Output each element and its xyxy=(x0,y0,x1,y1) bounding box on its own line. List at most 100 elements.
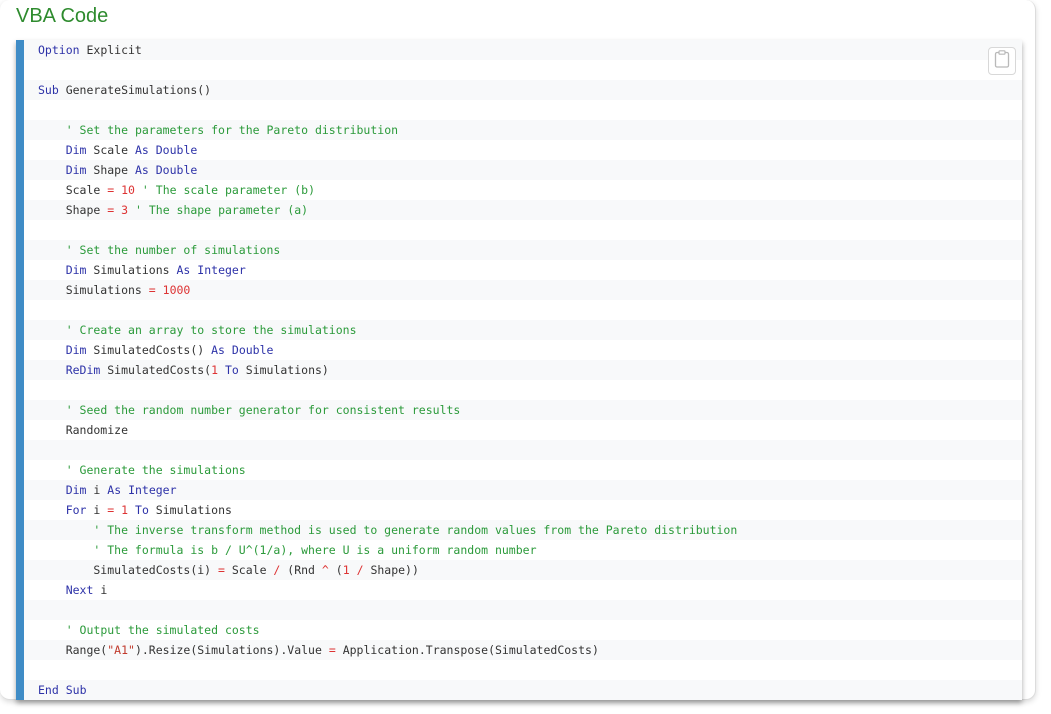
code-lines[interactable]: Option Explicit Sub GenerateSimulations(… xyxy=(24,40,1022,700)
code-token: = xyxy=(148,283,156,297)
code-line xyxy=(24,660,1022,680)
code-token: "A1" xyxy=(107,643,135,657)
code-token: SimulatedCosts(i) xyxy=(38,563,219,577)
code-token: ' The shape parameter (a) xyxy=(135,203,309,217)
code-token: ^ xyxy=(321,563,329,577)
code-token: ' The formula is b / U^(1/a), where U is… xyxy=(93,543,537,557)
code-line: Range("A1").Resize(Simulations).Value = … xyxy=(24,640,1022,660)
copy-button[interactable] xyxy=(988,47,1016,75)
code-token: ' Seed the random number generator for c… xyxy=(65,403,461,417)
code-token: Randomize xyxy=(38,423,129,437)
code-line xyxy=(24,440,1022,460)
code-token: Dim xyxy=(65,343,87,357)
code-token: Double xyxy=(155,163,198,177)
code-token: Integer xyxy=(197,263,246,277)
code-token: SimulatedCosts() xyxy=(86,343,212,357)
code-token: For xyxy=(65,503,87,517)
code-token: ( xyxy=(328,563,343,577)
code-token: Dim xyxy=(65,143,87,157)
code-token: i xyxy=(93,583,108,597)
code-line: ' Generate the simulations xyxy=(24,460,1022,480)
code-line: ' Seed the random number generator for c… xyxy=(24,400,1022,420)
code-token: Simulations xyxy=(148,503,232,517)
code-line: Scale = 10 ' The scale parameter (b) xyxy=(24,180,1022,200)
code-token: Dim xyxy=(65,263,87,277)
code-token: ' Generate the simulations xyxy=(65,463,246,477)
code-line: ' Create an array to store the simulatio… xyxy=(24,320,1022,340)
code-token: ' Set the number of simulations xyxy=(65,243,281,257)
code-token: Dim xyxy=(65,163,87,177)
code-line: Dim Simulations As Integer xyxy=(24,260,1022,280)
code-line: Option Explicit xyxy=(24,40,1022,60)
code-line: Dim SimulatedCosts() As Double xyxy=(24,340,1022,360)
code-token: = xyxy=(328,643,336,657)
code-token: Shape xyxy=(38,203,108,217)
code-token: Shape)) xyxy=(363,563,419,577)
code-line: ' Set the number of simulations xyxy=(24,240,1022,260)
code-token: (Rnd xyxy=(280,563,322,577)
code-token: 1 xyxy=(342,563,350,577)
code-line: Dim i As Integer xyxy=(24,480,1022,500)
code-line: Shape = 3 ' The shape parameter (a) xyxy=(24,200,1022,220)
code-token: To xyxy=(224,363,239,377)
code-token: i xyxy=(86,503,108,517)
code-token: SimulatedCosts( xyxy=(100,363,212,377)
code-line: Simulations = 1000 xyxy=(24,280,1022,300)
code-line: End Sub xyxy=(24,680,1022,700)
code-line: ReDim SimulatedCosts(1 To Simulations) xyxy=(24,360,1022,380)
code-line: ' Set the parameters for the Pareto dist… xyxy=(24,120,1022,140)
code-token: ' The inverse transform method is used t… xyxy=(93,523,738,537)
code-token: To xyxy=(135,503,149,517)
code-token: As xyxy=(107,483,122,497)
code-token: 1000 xyxy=(162,283,191,297)
code-token: ' The scale parameter (b) xyxy=(141,183,316,197)
code-token: As xyxy=(134,163,149,177)
code-token: Double xyxy=(155,143,198,157)
code-token: ' Create an array to store the simulatio… xyxy=(65,323,357,337)
code-token: Sub xyxy=(38,83,59,97)
code-token: 1 xyxy=(211,363,219,377)
code-token: ReDim xyxy=(65,363,101,377)
code-token: Sub xyxy=(65,683,87,697)
page-title: VBA Code xyxy=(16,5,109,27)
code-token: Next xyxy=(65,583,94,597)
code-token: GenerateSimulations() xyxy=(58,83,212,97)
code-line: Randomize xyxy=(24,420,1022,440)
code-token: 10 xyxy=(121,183,135,197)
code-line: Dim Scale As Double xyxy=(24,140,1022,160)
code-line: ' The formula is b / U^(1/a), where U is… xyxy=(24,540,1022,560)
code-block[interactable]: Option Explicit Sub GenerateSimulations(… xyxy=(16,40,1022,700)
code-token: ).Resize(Simulations).Value xyxy=(134,643,329,657)
code-token: Simulations xyxy=(38,283,149,297)
code-token: Scale xyxy=(224,563,274,577)
code-token: = xyxy=(218,563,225,577)
code-token: Scale xyxy=(38,183,108,197)
code-token: Application.Transpose(SimulatedCosts) xyxy=(335,643,599,657)
code-line: ' Output the simulated costs xyxy=(24,620,1022,640)
code-line: SimulatedCosts(i) = Scale / (Rnd ^ (1 / … xyxy=(24,560,1022,580)
code-token: Option xyxy=(38,43,80,57)
code-token: Scale xyxy=(86,143,135,157)
code-line xyxy=(24,220,1022,240)
code-token: Simulations xyxy=(86,263,177,277)
code-line xyxy=(24,100,1022,120)
code-token: ' Set the parameters for the Pareto dist… xyxy=(65,123,399,137)
